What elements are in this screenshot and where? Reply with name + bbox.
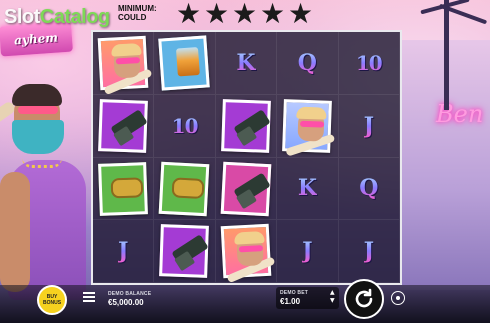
symbol-j: J <box>117 238 129 265</box>
symbol-j: J <box>302 238 313 265</box>
autoplay-button[interactable] <box>391 291 405 305</box>
balance-label: DEMO BALANCE <box>108 291 152 297</box>
reel-cell <box>215 157 278 221</box>
reel-cell: 10 <box>154 94 216 158</box>
star-icon: ★ <box>176 0 202 30</box>
reel-cell <box>93 94 155 158</box>
balance-value: €5,000.00 <box>108 298 144 307</box>
reel-cell: Q <box>338 157 400 221</box>
symbol-q: Q <box>359 175 379 202</box>
symbol-j: J <box>363 112 374 139</box>
symbol-k: K <box>297 175 317 202</box>
reel-cell: Q <box>277 32 339 95</box>
reel-cell <box>215 220 278 284</box>
star-icon: ★ <box>288 0 314 30</box>
symbol-10: 10 <box>355 50 383 75</box>
spin-icon <box>355 288 373 308</box>
star-icon: ★ <box>232 0 258 30</box>
star-icon: ★ <box>204 0 230 30</box>
bet-label: DEMO BET <box>280 290 308 296</box>
reel-cell: J <box>277 220 339 283</box>
symbol-j: J <box>363 238 374 265</box>
symbol-grenade-launcher <box>220 161 272 216</box>
reel-grid: K Q 10 10 J K Q J J J <box>91 30 402 285</box>
reel-cell: J <box>338 94 400 158</box>
character-illustration <box>0 60 95 323</box>
symbol-portrait <box>282 98 336 157</box>
symbol-grenade-launcher <box>98 98 149 153</box>
reel-cell <box>93 157 155 221</box>
symbol-brass-knuckles <box>98 161 149 216</box>
reel-cell <box>154 220 216 283</box>
reel-cell: J <box>338 220 400 283</box>
reel-cell <box>277 94 339 158</box>
character-hair <box>12 84 62 106</box>
star-icon: ★ <box>260 0 286 30</box>
reel-cell <box>154 157 216 221</box>
character-sunglasses <box>18 106 58 114</box>
reel-cell: J <box>93 220 155 283</box>
character-arm <box>0 172 30 292</box>
reel-cell: K <box>277 157 339 221</box>
bet-value: €1.00 <box>280 297 301 306</box>
symbol-whisky <box>158 35 211 91</box>
menu-icon[interactable] <box>83 292 95 302</box>
watermark-slot: Slot <box>4 6 40 28</box>
minimum-label: MINIMUM: COULD <box>118 4 157 22</box>
symbol-brass-knuckles <box>159 161 211 216</box>
rating-stars: ★ ★ ★ ★ ★ <box>176 0 315 30</box>
reel-cell <box>93 32 155 96</box>
control-bar <box>0 285 490 323</box>
spin-button[interactable] <box>344 279 384 319</box>
symbol-k: K <box>236 49 256 76</box>
symbol-grenade-launcher <box>159 224 210 278</box>
reel-cell: 10 <box>338 32 400 95</box>
reel-cell <box>215 94 278 158</box>
buy-bonus-button[interactable]: BUY BONUS <box>37 285 67 315</box>
watermark-catalog: Catalog <box>39 6 110 28</box>
reel-cell: K <box>215 32 278 95</box>
symbol-portrait <box>97 35 153 96</box>
character-chain <box>22 158 62 168</box>
bet-arrows-icon[interactable]: ▲ ▼ <box>330 289 335 305</box>
symbol-10: 10 <box>171 113 199 138</box>
character-bandana <box>12 120 64 154</box>
watermark: SlotCatalog <box>4 6 110 29</box>
reel-cell <box>154 32 216 95</box>
palm-tree <box>444 0 449 110</box>
symbol-portrait <box>220 224 276 284</box>
symbol-grenade-launcher <box>220 98 272 153</box>
symbol-q: Q <box>297 49 317 76</box>
autoplay-icon <box>396 296 400 300</box>
game-logo-text: ayhem <box>13 30 59 48</box>
